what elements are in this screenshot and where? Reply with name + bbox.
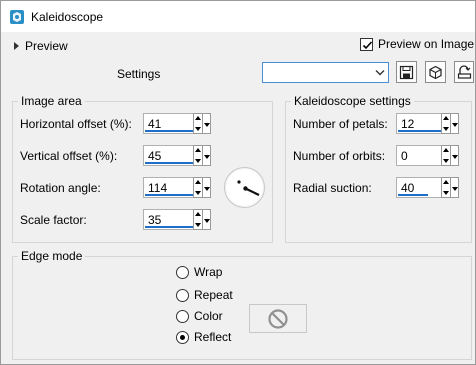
radio-button[interactable] — [176, 309, 189, 323]
edge-color-swatch[interactable] — [249, 304, 307, 333]
vertical-offset-label: Vertical offset (%): — [20, 149, 118, 163]
scale-factor-spinner[interactable]: 35 — [143, 209, 212, 231]
number-of-petals-spinner[interactable]: 12 — [396, 113, 466, 135]
save-preset-button[interactable] — [396, 61, 417, 83]
edge-mode-title: Edge mode — [18, 249, 86, 263]
value-indicator — [145, 162, 193, 164]
slider-dropdown[interactable] — [202, 177, 211, 198]
scale-factor-label: Scale factor: — [20, 213, 87, 227]
radio-label: Repeat — [194, 288, 233, 302]
slider-dropdown[interactable] — [450, 145, 459, 166]
kaleidoscope-settings-title: Kaleidoscope settings — [291, 94, 414, 108]
checkmark-icon — [362, 40, 373, 49]
edge-mode-color-radio[interactable]: Color — [176, 309, 223, 323]
slider-dropdown[interactable] — [202, 145, 211, 166]
vertical-offset-spinner[interactable]: 45 — [143, 145, 212, 167]
slider-dropdown[interactable] — [450, 177, 459, 198]
preview-toggle-label: Preview — [25, 39, 68, 53]
radial-suction-spinner[interactable]: 40 — [396, 177, 466, 199]
title-bar: Kaleidoscope — [1, 1, 475, 32]
radio-button[interactable] — [176, 330, 189, 344]
value-indicator — [145, 226, 193, 228]
rotation-angle-input[interactable]: 114 — [143, 177, 194, 198]
preview-toggle[interactable]: Preview — [14, 38, 68, 54]
number-of-orbits-spinner[interactable]: 0 — [396, 145, 466, 167]
settings-label: Settings — [117, 67, 161, 81]
image-area-title: Image area — [18, 94, 85, 108]
value-indicator — [398, 130, 441, 132]
number-of-petals-input[interactable]: 12 — [396, 113, 442, 134]
no-color-icon — [268, 308, 288, 329]
chevron-down-icon — [375, 70, 385, 76]
edge-mode-repeat-radio[interactable]: Repeat — [176, 288, 233, 302]
edge-mode-group: Edge mode — [12, 249, 472, 360]
value-indicator — [398, 194, 428, 196]
number-of-orbits-label: Number of orbits: — [293, 149, 386, 163]
radio-label: Reflect — [194, 330, 232, 344]
radio-button[interactable] — [176, 265, 189, 279]
radio-label: Color — [194, 309, 223, 323]
save-icon — [399, 65, 414, 79]
slider-dropdown[interactable] — [202, 209, 211, 230]
vertical-offset-input[interactable]: 45 — [143, 145, 194, 166]
horizontal-offset-spinner[interactable]: 41 — [143, 113, 212, 135]
slider-dropdown[interactable] — [202, 113, 211, 134]
preview-on-image-label: Preview on Image — [378, 37, 475, 51]
checkbox-box[interactable] — [360, 37, 373, 51]
horizontal-offset-input[interactable]: 41 — [143, 113, 194, 134]
rotation-needle-icon — [237, 180, 260, 196]
settings-menu-button[interactable] — [454, 61, 474, 83]
value-indicator — [145, 130, 193, 132]
settings-menu-icon — [457, 64, 471, 79]
reset-icon — [429, 65, 442, 79]
scale-factor-input[interactable]: 35 — [143, 209, 194, 230]
radio-button[interactable] — [176, 288, 189, 302]
radial-suction-label: Radial suction: — [293, 181, 372, 195]
number-of-petals-label: Number of petals: — [293, 117, 388, 131]
rotation-dial[interactable] — [224, 167, 265, 208]
rotation-angle-spinner[interactable]: 114 — [143, 177, 212, 199]
edge-mode-wrap-radio[interactable]: Wrap — [176, 265, 222, 279]
radial-suction-input[interactable]: 40 — [396, 177, 442, 198]
reset-button[interactable] — [425, 61, 446, 83]
horizontal-offset-label: Horizontal offset (%): — [20, 117, 132, 131]
number-of-orbits-input[interactable]: 0 — [396, 145, 442, 166]
edge-mode-reflect-radio[interactable]: Reflect — [176, 330, 231, 344]
preview-on-image-checkbox[interactable]: Preview on Image — [360, 37, 474, 51]
slider-dropdown[interactable] — [450, 113, 459, 134]
radio-label: Wrap — [194, 265, 223, 279]
app-icon — [10, 10, 24, 24]
value-indicator — [145, 194, 193, 196]
expand-arrow-icon — [14, 42, 19, 50]
rotation-angle-label: Rotation angle: — [20, 181, 101, 195]
settings-combo[interactable] — [262, 62, 389, 83]
window-title: Kaleidoscope — [31, 10, 104, 24]
